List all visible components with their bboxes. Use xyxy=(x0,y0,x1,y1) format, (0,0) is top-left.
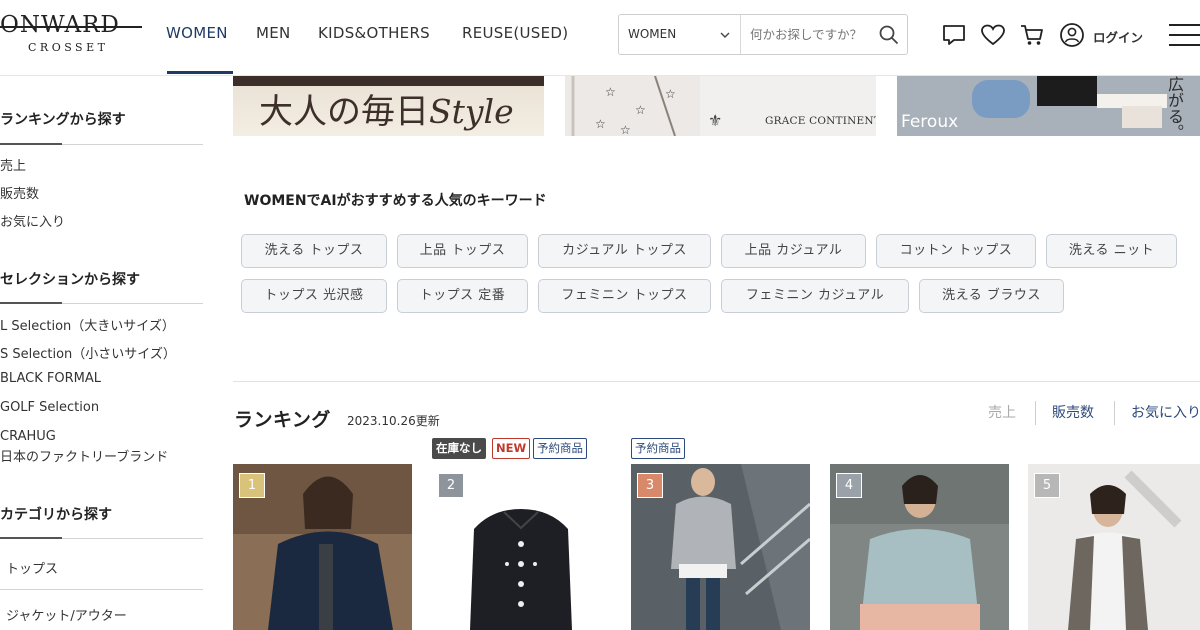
banner-brand-name: Feroux xyxy=(901,112,959,132)
promo-banner-grace-continental[interactable]: ☆ ☆ ☆ ☆ ☆ ⚜ GRACE CONTINENTAL xyxy=(565,76,876,136)
keyword-chip[interactable]: コットン トップス xyxy=(876,234,1036,268)
login-link[interactable]: ログイン xyxy=(1093,27,1143,46)
sidebar-category-jacket-outer[interactable]: ジャケット/アウター xyxy=(6,605,127,624)
banner-brand-name: GRACE CONTINENTAL xyxy=(765,115,876,127)
sidebar-link-black-formal[interactable]: BLACK FORMAL xyxy=(0,371,101,386)
heart-icon[interactable] xyxy=(980,22,1006,48)
rank-number-badge: 5 xyxy=(1034,473,1060,498)
rank-number-badge: 2 xyxy=(438,473,464,498)
ranking-tab-units[interactable]: 販売数 xyxy=(1052,402,1094,422)
star-pattern-image: ☆ ☆ ☆ ☆ ☆ xyxy=(571,76,676,136)
nav-men[interactable]: MEN xyxy=(256,24,291,42)
svg-text:☆: ☆ xyxy=(635,103,646,117)
sidebar-link-crahug[interactable]: CRAHUG xyxy=(0,429,56,444)
keyword-section-title: WOMENでAIがおすすめする人気のキーワード xyxy=(244,193,547,209)
logo-main-text: ONWARD xyxy=(0,12,120,38)
status-badge-preorder: 予約商品 xyxy=(631,438,685,459)
site-logo[interactable]: ONWARD CROSSET xyxy=(0,10,150,60)
svg-text:☆: ☆ xyxy=(595,117,606,131)
divider-accent xyxy=(0,537,62,539)
logo-rule xyxy=(0,26,142,28)
sidebar-link-sales[interactable]: 売上 xyxy=(0,155,26,174)
rank-number-badge: 4 xyxy=(836,473,862,498)
sidebar-link-factory-brand[interactable]: 日本のファクトリーブランド xyxy=(0,446,168,465)
banner-headline-script: Style xyxy=(429,92,514,131)
category-heading: カテゴリから探す xyxy=(0,507,112,523)
chevron-down-icon xyxy=(720,32,730,38)
ranking-title: ランキング xyxy=(234,409,331,431)
tab-separator xyxy=(1114,401,1115,425)
search-input[interactable] xyxy=(742,16,872,53)
ranking-product-card-2[interactable]: 2 xyxy=(432,464,611,630)
banner-product-image: ☆ ☆ ☆ ☆ ☆ xyxy=(565,76,700,136)
ranking-tab-sales[interactable]: 売上 xyxy=(988,402,1016,422)
divider-accent xyxy=(0,143,62,145)
ranking-updated-date: 2023.10.26更新 xyxy=(347,414,440,428)
divider-accent xyxy=(0,302,62,304)
sidebar-link-golf-selection[interactable]: GOLF Selection xyxy=(0,400,99,415)
rank-number-badge: 3 xyxy=(637,473,663,498)
rank-number-badge: 1 xyxy=(239,473,265,498)
keyword-chip[interactable]: トップス 光沢感 xyxy=(241,279,387,313)
keyword-chip[interactable]: カジュアル トップス xyxy=(538,234,711,268)
sidebar-link-favorites[interactable]: お気に入り xyxy=(0,211,65,230)
status-badge-preorder: 予約商品 xyxy=(533,438,587,459)
brand-ornament-icon: ⚜ xyxy=(708,111,723,130)
keyword-chip[interactable]: フェミニン トップス xyxy=(538,279,711,313)
search-category-select[interactable]: WOMEN xyxy=(619,15,741,54)
sidebar-category-tops[interactable]: トップス xyxy=(6,558,58,577)
banner-tagline: 広がる。 xyxy=(1165,76,1184,136)
keyword-chip[interactable]: トップス 定番 xyxy=(397,279,528,313)
keyword-chip[interactable]: 上品 トップス xyxy=(397,234,528,268)
ranking-product-card-1[interactable]: 1 xyxy=(233,464,412,630)
svg-text:☆: ☆ xyxy=(665,87,676,101)
sidebar-link-l-selection[interactable]: L Selection（大きいサイズ） xyxy=(0,315,175,334)
nav-active-indicator xyxy=(167,71,233,74)
logo-sub-text: CROSSET xyxy=(28,41,109,54)
sidebar-link-s-selection[interactable]: S Selection（小さいサイズ） xyxy=(0,343,176,362)
sidebar: ランキングから探す 売上 販売数 お気に入り セレクションから探す L Sele… xyxy=(0,77,215,630)
ranking-product-card-3[interactable]: 3 xyxy=(631,464,810,630)
nav-women[interactable]: WOMEN xyxy=(166,24,228,42)
status-badge-out-of-stock: 在庫なし xyxy=(432,438,486,459)
ranking-product-card-4[interactable]: 4 xyxy=(830,464,1009,630)
banner-headline: 大人の毎日Style xyxy=(259,84,514,133)
cart-icon[interactable] xyxy=(1019,22,1045,48)
nav-kids-others[interactable]: KIDS&OTHERS xyxy=(318,24,430,42)
keyword-chip[interactable]: 洗える ブラウス xyxy=(919,279,1064,313)
chat-icon[interactable] xyxy=(941,22,967,48)
site-header: ONWARD CROSSET WOMEN MEN KIDS&OTHERS REU… xyxy=(0,0,1200,76)
divider xyxy=(0,589,203,590)
search-category-label: WOMEN xyxy=(628,27,677,41)
search-bar: WOMEN xyxy=(618,14,908,55)
banner-headline-jp: 大人の毎日 xyxy=(259,92,429,132)
ranking-heading: ランキングから探す xyxy=(0,112,126,128)
nav-reuse-used[interactable]: REUSE(USED) xyxy=(462,24,568,42)
ranking-tab-favorites[interactable]: お気に入り xyxy=(1131,402,1200,422)
sidebar-link-units[interactable]: 販売数 xyxy=(0,183,39,202)
promo-banner-feroux[interactable]: Feroux 広がる。 xyxy=(897,76,1200,136)
keyword-chip[interactable]: 洗える トップス xyxy=(241,234,387,268)
status-badge-new: NEW xyxy=(492,438,531,459)
svg-text:☆: ☆ xyxy=(620,123,631,136)
hamburger-menu-icon[interactable] xyxy=(1168,20,1200,50)
keyword-chip[interactable]: フェミニン カジュアル xyxy=(721,279,909,313)
svg-text:☆: ☆ xyxy=(605,85,616,99)
section-divider xyxy=(233,381,1200,382)
keyword-chip[interactable]: 洗える ニット xyxy=(1046,234,1177,268)
selection-heading: セレクションから探す xyxy=(0,272,140,288)
tab-separator xyxy=(1035,401,1036,425)
promo-banner-daily-style[interactable]: 大人の毎日Style xyxy=(233,76,544,136)
keyword-chip[interactable]: 上品 カジュアル xyxy=(721,234,866,268)
user-icon[interactable] xyxy=(1059,22,1085,48)
ranking-product-card-5[interactable]: 5 xyxy=(1028,464,1200,630)
search-icon[interactable] xyxy=(878,24,900,46)
